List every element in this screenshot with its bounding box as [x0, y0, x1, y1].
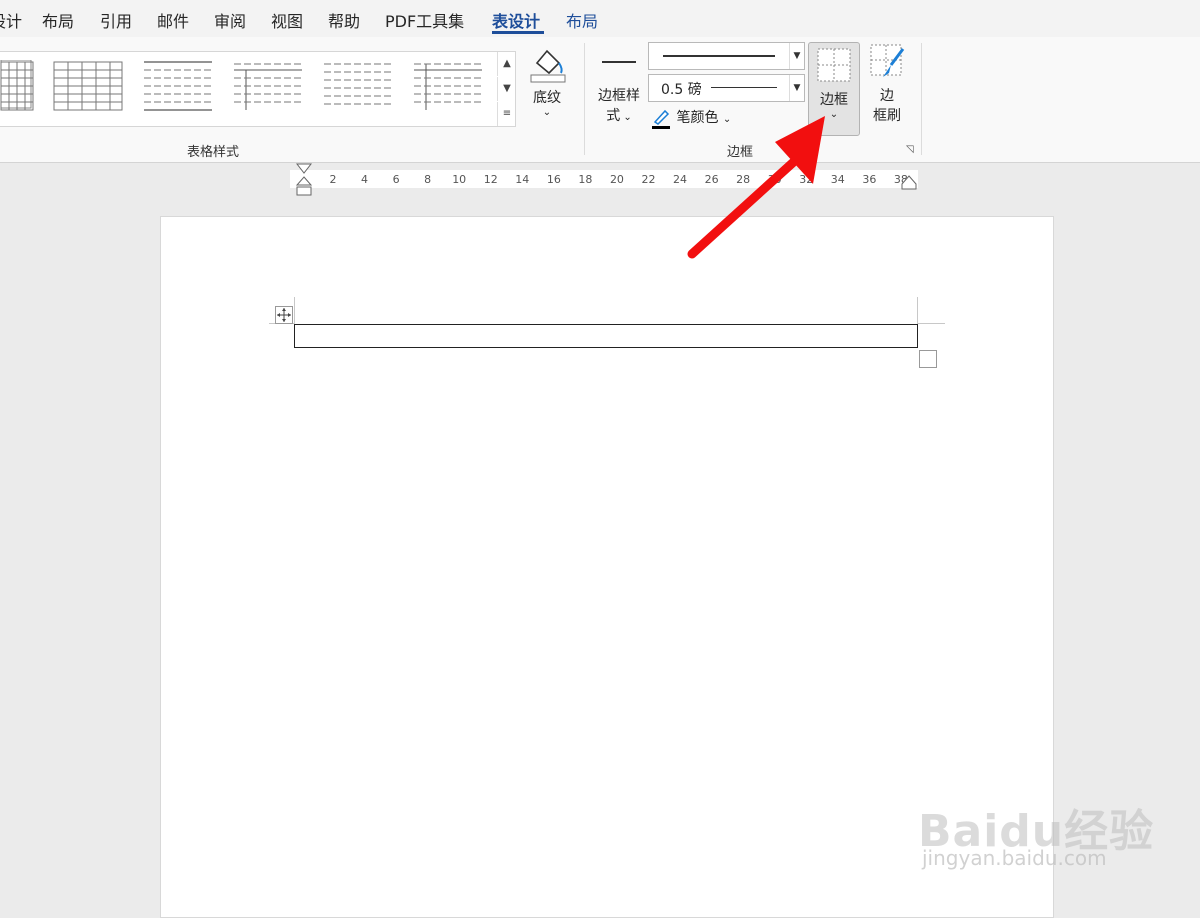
tab-references[interactable]: 引用 [100, 8, 132, 32]
pen-weight-value: 0.5 磅 [661, 82, 702, 98]
ruler-tick-label: 8 [424, 173, 432, 186]
ruler-tick-label: 4 [361, 173, 369, 186]
tab-pdf-tools[interactable]: PDF工具集 [385, 8, 464, 32]
table-styles-group-label: 表格样式 [187, 145, 240, 160]
move-arrows-icon [277, 308, 291, 322]
tab-table-layout[interactable]: 布局 [566, 8, 598, 32]
tab-design[interactable]: 设计 [0, 8, 22, 32]
group-divider [921, 43, 922, 155]
table-move-handle[interactable] [275, 306, 293, 324]
tab-help[interactable]: 帮助 [328, 8, 360, 32]
border-painter-icon [870, 44, 905, 77]
ruler-tick-label: 20 [609, 173, 624, 186]
border-styles-button[interactable]: 边框样 式 ⌄ [594, 43, 644, 127]
gallery-more-button[interactable]: ≡ [497, 102, 516, 126]
table-gridline [294, 297, 295, 325]
gallery-scroll-down-button[interactable]: ▼ [497, 77, 516, 101]
ruler-tick-label: 18 [578, 173, 593, 186]
red-arrow-annotation [687, 116, 825, 259]
table-gridline [917, 297, 918, 325]
chevron-down-icon: ⌄ [542, 107, 552, 118]
border-painter-button[interactable]: 边 框刷 [864, 43, 910, 133]
chevron-down-icon: ⌄ [620, 112, 632, 123]
line-weight-preview [711, 87, 777, 88]
right-indent-marker-icon[interactable] [901, 172, 917, 190]
table-style-thumb[interactable] [52, 60, 126, 120]
table-resize-handle[interactable] [919, 350, 937, 368]
table-gridline [917, 323, 945, 324]
table-style-thumb[interactable] [142, 60, 216, 120]
line-style-icon [602, 61, 636, 63]
pen-icon [652, 109, 670, 129]
ruler-tick-label: 10 [452, 173, 467, 186]
tab-view[interactable]: 视图 [271, 8, 303, 32]
ribbon-tab-bar: 设计 布局 引用 邮件 审阅 视图 帮助 PDF工具集 表设计 布局 [0, 0, 1200, 37]
border-painter-label-line1: 边 [880, 88, 894, 104]
table-cell[interactable] [294, 324, 918, 348]
tab-review[interactable]: 审阅 [214, 8, 246, 32]
ribbon: ▲ ▼ ≡ 表格样式 底纹 ⌄ 边框样 式 ⌄ ▼ 0.5 磅 ▼ 笔颜色 ⌄ … [0, 37, 1200, 163]
watermark-site: jingyan.baidu.com [922, 846, 1107, 870]
tab-mailings[interactable]: 邮件 [157, 8, 189, 32]
ruler-tick-label: 2 [329, 173, 337, 186]
border-styles-label-line1: 边框样 [598, 88, 640, 104]
ruler-tick-label: 6 [392, 173, 400, 186]
table-style-thumb[interactable] [412, 60, 486, 120]
ruler-tick-label: 14 [515, 173, 530, 186]
table-style-thumb[interactable] [232, 60, 306, 120]
pen-weight-dropdown[interactable]: 0.5 磅 ▼ [648, 74, 805, 102]
ruler-tick-label: 16 [546, 173, 561, 186]
line-style-dropdown[interactable]: ▼ [648, 42, 805, 70]
line-style-preview [663, 55, 775, 57]
indent-marker-icon[interactable] [296, 163, 312, 197]
table-style-thumb[interactable] [322, 60, 396, 120]
gallery-scroll-up-button[interactable]: ▲ [497, 52, 516, 76]
chevron-down-icon: ▼ [789, 43, 804, 69]
borders-icon [817, 48, 851, 82]
chevron-down-icon: ▼ [789, 75, 804, 101]
paint-bucket-icon [530, 49, 566, 83]
tab-table-design[interactable]: 表设计 [492, 8, 540, 32]
border-styles-label-line2: 式 [606, 108, 621, 124]
shading-label: 底纹 [533, 90, 561, 106]
group-divider [584, 43, 585, 155]
shading-button[interactable]: 底纹 ⌄ [524, 43, 570, 127]
ruler-tick-label: 36 [862, 173, 877, 186]
ruler-tick-label: 22 [641, 173, 656, 186]
border-painter-label-line2: 框刷 [873, 108, 901, 124]
dialog-launcher-icon[interactable]: ◹ [906, 144, 914, 155]
active-tab-indicator [492, 31, 544, 34]
tab-layout[interactable]: 布局 [42, 8, 74, 32]
table-styles-gallery: ▲ ▼ ≡ [0, 51, 516, 127]
ruler-tick-label: 12 [483, 173, 498, 186]
